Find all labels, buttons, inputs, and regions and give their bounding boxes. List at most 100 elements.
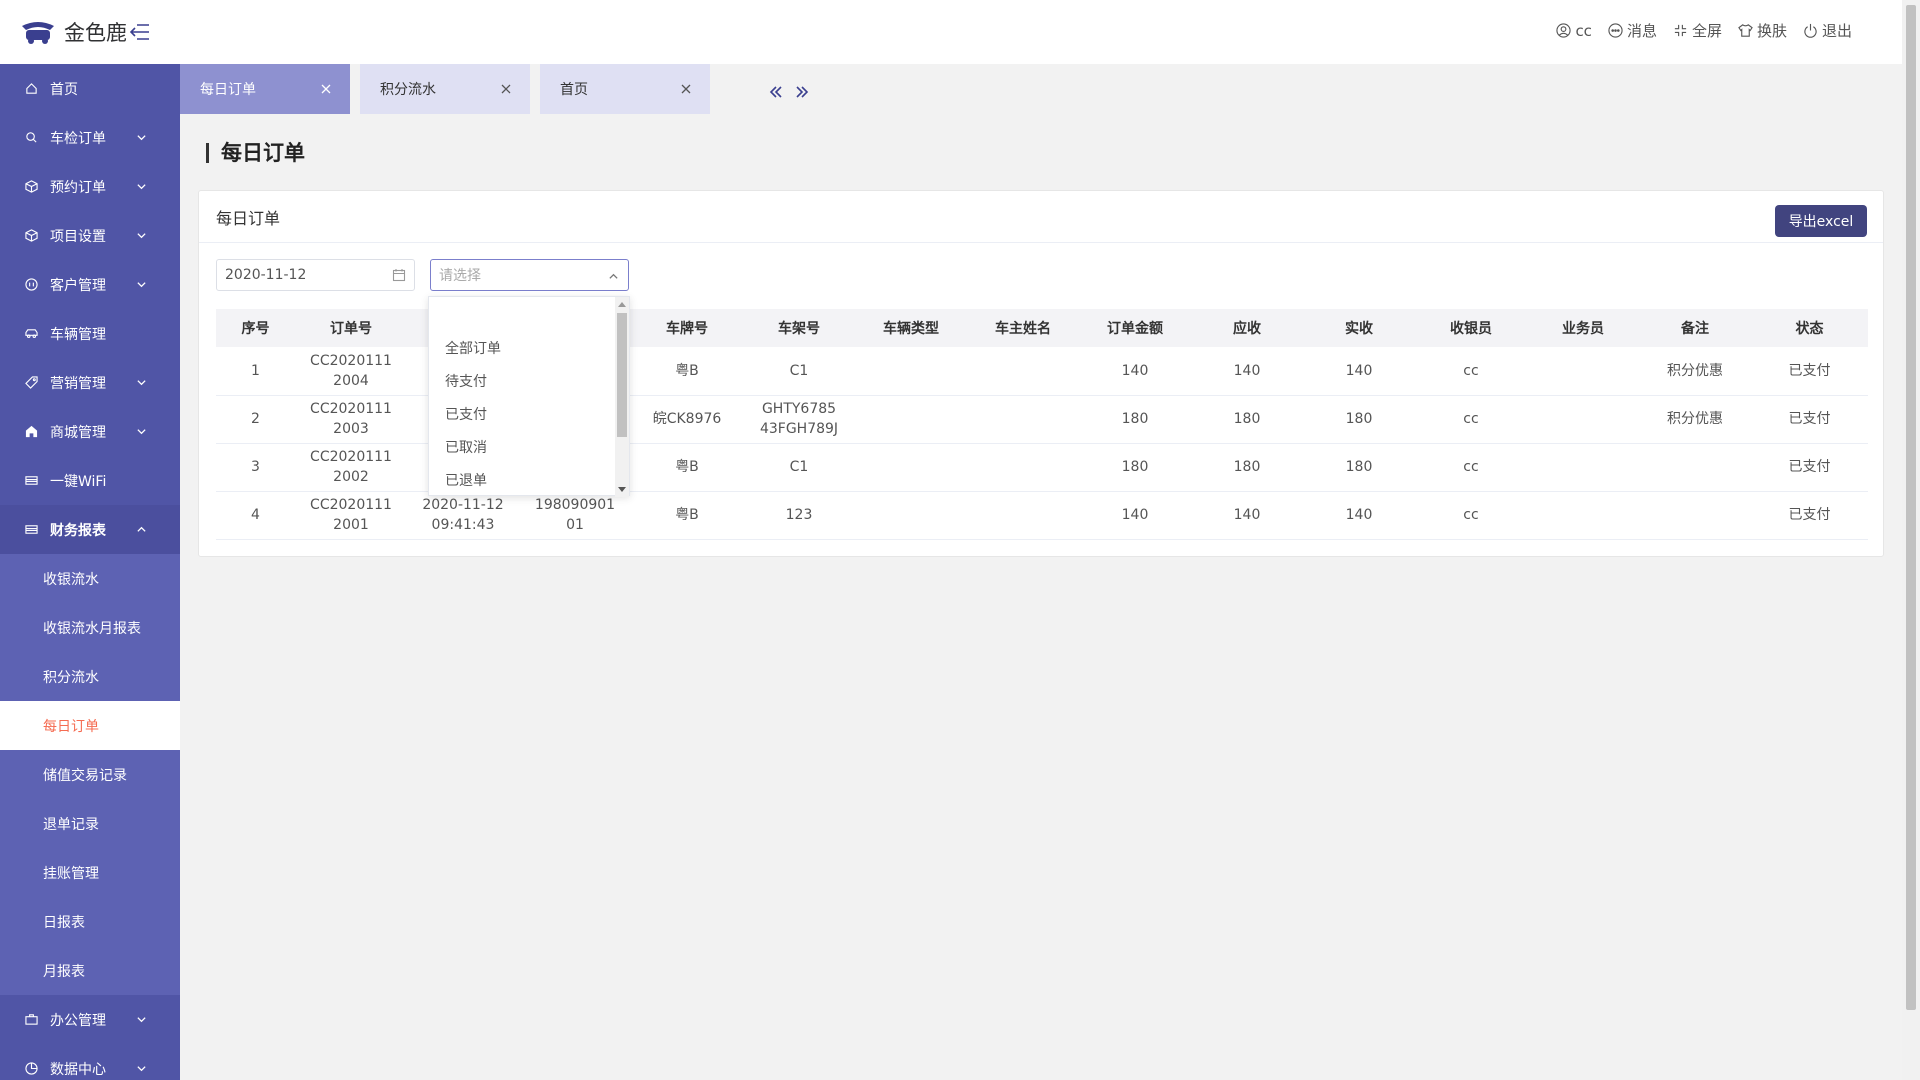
tab-label: 积分流水 xyxy=(380,82,436,98)
menu-fold-icon[interactable] xyxy=(128,20,152,44)
table-cell: cc xyxy=(1415,443,1527,492)
table-cell: 140 xyxy=(1303,491,1415,540)
data-icon xyxy=(25,1062,38,1075)
chevron-up-icon xyxy=(137,526,146,532)
sidebar-subitem-daily-report[interactable]: 日报表 xyxy=(0,897,180,946)
sidebar-item-vehicle-management[interactable]: 车辆管理 xyxy=(0,309,180,358)
fullscreen-button[interactable]: 全屏 xyxy=(1673,20,1722,41)
user-menu[interactable]: cc xyxy=(1556,22,1592,40)
sidebar-subitem-credit[interactable]: 挂账管理 xyxy=(0,848,180,897)
sidebar-subitem-label: 月报表 xyxy=(43,963,85,980)
table-cell xyxy=(967,395,1079,444)
table-cell: 180 xyxy=(1303,443,1415,492)
dropdown-scrollbar[interactable] xyxy=(615,297,629,497)
page-scroll-thumb[interactable] xyxy=(1906,5,1916,1010)
scroll-up-icon[interactable] xyxy=(618,301,626,307)
logout-button[interactable]: 退出 xyxy=(1803,20,1852,41)
sidebar-subitem-monthly-report[interactable]: 月报表 xyxy=(0,946,180,995)
message-icon xyxy=(1608,23,1623,38)
dropdown-option[interactable]: 待支付 xyxy=(429,366,629,399)
table-cell: 2020-11-12 09:41:43 xyxy=(407,491,519,540)
sidebar-subitem-daily-orders[interactable]: 每日订单 xyxy=(0,701,180,750)
dropdown-option[interactable]: 已退单 xyxy=(429,465,629,498)
sidebar-subitem-label: 收银流水月报表 xyxy=(43,620,141,637)
sidebar-item-label: 客户管理 xyxy=(50,277,106,294)
sidebar-item-inspection-orders[interactable]: 车检订单 xyxy=(0,113,180,162)
table-cell: 1 xyxy=(216,347,295,396)
close-icon[interactable] xyxy=(680,83,692,95)
logout-label: 退出 xyxy=(1821,22,1852,40)
chevron-down-icon xyxy=(137,380,146,386)
report-icon xyxy=(25,525,38,534)
dropdown-scroll-thumb[interactable] xyxy=(617,313,627,437)
sidebar-subitem-label: 积分流水 xyxy=(43,669,99,686)
sidebar-subitem-cash-flow[interactable]: 收银流水 xyxy=(0,554,180,603)
export-excel-button[interactable]: 导出excel xyxy=(1775,205,1867,237)
top-header: 金色鹿 cc 消息 全屏 换肤 退出 xyxy=(0,0,1902,64)
car-icon xyxy=(25,329,38,339)
double-chevron-left-icon[interactable] xyxy=(768,84,784,100)
table-cell xyxy=(855,395,967,444)
sidebar-item-customer-management[interactable]: 客户管理 xyxy=(0,260,180,309)
table-cell: 140 xyxy=(1079,347,1191,396)
page-scrollbar[interactable] xyxy=(1902,0,1920,1080)
user-icon xyxy=(1556,23,1572,38)
sidebar-subitem-points-flow[interactable]: 积分流水 xyxy=(0,652,180,701)
sidebar-item-wifi[interactable]: 一键WiFi xyxy=(0,456,180,505)
sidebar-item-office[interactable]: 办公管理 xyxy=(0,995,180,1044)
column-header: 状态 xyxy=(1751,309,1868,347)
sidebar-item-label: 预约订单 xyxy=(50,179,106,196)
sidebar-item-home[interactable]: 首页 xyxy=(0,64,180,113)
sidebar-item-shop-management[interactable]: 商城管理 xyxy=(0,407,180,456)
dropdown-option[interactable]: 已支付 xyxy=(429,399,629,432)
username: cc xyxy=(1575,21,1592,40)
double-chevron-right-icon[interactable] xyxy=(794,84,810,100)
select-placeholder: 请选择 xyxy=(439,268,481,284)
chevron-down-icon xyxy=(137,1066,146,1072)
column-header: 车辆类型 xyxy=(855,309,967,347)
table-cell xyxy=(855,443,967,492)
office-icon xyxy=(25,1014,38,1025)
column-header: 实收 xyxy=(1303,309,1415,347)
fullscreen-icon xyxy=(1674,24,1687,37)
sidebar-item-finance-reports[interactable]: 财务报表 xyxy=(0,505,180,554)
sidebar-item-project-settings[interactable]: 项目设置 xyxy=(0,211,180,260)
scroll-down-icon[interactable] xyxy=(618,487,626,493)
table-cell: cc xyxy=(1415,491,1527,540)
order-status-select[interactable]: 请选择 xyxy=(430,259,629,291)
sidebar-item-data-center[interactable]: 数据中心 xyxy=(0,1044,180,1080)
close-icon[interactable] xyxy=(500,83,512,95)
table-cell: GHTY6785 43FGH789J xyxy=(743,395,855,444)
column-header: 车牌号 xyxy=(631,309,743,347)
close-icon[interactable] xyxy=(320,83,332,95)
sidebar-item-appointment-orders[interactable]: 预约订单 xyxy=(0,162,180,211)
sidebar-item-marketing[interactable]: 营销管理 xyxy=(0,358,180,407)
table-cell xyxy=(967,347,1079,396)
logo: 金色鹿 xyxy=(20,16,127,48)
wifi-icon xyxy=(25,476,38,485)
header-actions: cc 消息 全屏 换肤 退出 xyxy=(1556,20,1852,41)
table-cell: 已支付 xyxy=(1751,443,1868,492)
table-cell: 粤B xyxy=(631,491,743,540)
sidebar-subitem-cash-flow-monthly[interactable]: 收银流水月报表 xyxy=(0,603,180,652)
table-cell xyxy=(1527,443,1639,492)
sidebar-subitem-refunds[interactable]: 退单记录 xyxy=(0,799,180,848)
sidebar-item-label: 营销管理 xyxy=(50,375,106,392)
sidebar-item-label: 商城管理 xyxy=(50,424,106,441)
sidebar-item-label: 首页 xyxy=(50,81,78,98)
messages-button[interactable]: 消息 xyxy=(1608,20,1657,41)
chevron-down-icon xyxy=(137,1017,146,1023)
table-cell: 140 xyxy=(1191,347,1303,396)
tab-home[interactable]: 首页 xyxy=(540,64,710,114)
page-title: 每日订单 xyxy=(206,143,305,164)
table-cell: 4 xyxy=(216,491,295,540)
chevron-up-icon xyxy=(609,273,618,279)
sidebar: 首页 车检订单 预约订单 项目设置 客户管理 车辆管理 营销管理 商城管理 一键… xyxy=(0,64,180,1080)
date-picker[interactable]: 2020-11-12 xyxy=(216,259,415,291)
sidebar-subitem-stored-value[interactable]: 储值交易记录 xyxy=(0,750,180,799)
tab-daily-orders[interactable]: 每日订单 xyxy=(180,64,350,114)
dropdown-option[interactable]: 已取消 xyxy=(429,432,629,465)
tab-points-flow[interactable]: 积分流水 xyxy=(360,64,530,114)
dropdown-option[interactable]: 全部订单 xyxy=(429,333,629,366)
skin-button[interactable]: 换肤 xyxy=(1738,20,1787,41)
